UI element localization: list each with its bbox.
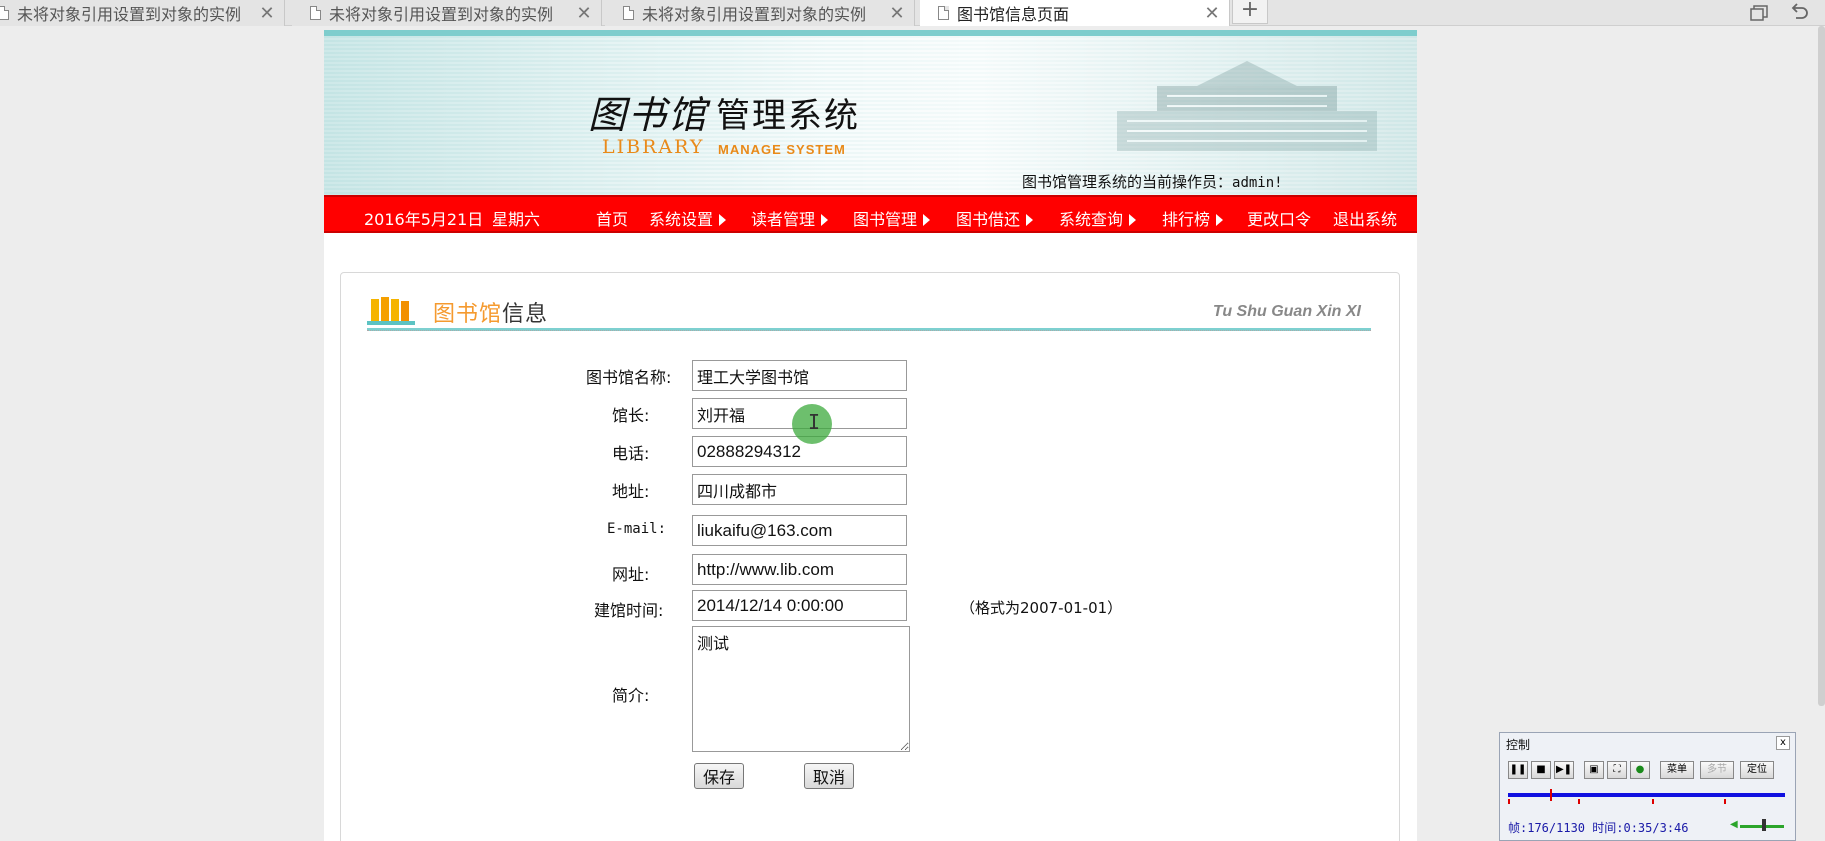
timeline-marker — [1578, 799, 1580, 804]
founded-date-input[interactable] — [692, 590, 907, 621]
website-input[interactable] — [692, 554, 907, 585]
phone-input[interactable] — [692, 436, 907, 467]
volume-icon: ◀ — [1730, 819, 1738, 830]
stop-icon[interactable]: ■ — [1531, 761, 1551, 779]
close-tab-icon[interactable]: ✕ — [886, 3, 908, 24]
fit-icon[interactable]: ⛶ — [1607, 761, 1627, 779]
control-title: 控制 — [1506, 738, 1531, 752]
nav-item-logout[interactable]: 退出系统 — [1333, 206, 1397, 230]
library-name-input[interactable] — [692, 360, 907, 391]
timeline-marker — [1508, 799, 1510, 804]
document-icon — [0, 6, 9, 20]
vertical-scrollbar[interactable] — [1818, 26, 1825, 706]
document-icon — [938, 6, 949, 20]
submenu-arrow-icon — [1216, 214, 1224, 226]
browser-tab-2[interactable]: 未将对象引用设置到对象的实例 ✕ — [292, 0, 602, 26]
nav-weekday: 星期六 — [492, 210, 541, 229]
new-tab-button[interactable]: + — [1232, 0, 1268, 24]
control-locate-button[interactable]: 定位 — [1740, 761, 1774, 779]
nav-item-borrow-return[interactable]: 图书借还 — [956, 206, 1034, 230]
step-icon[interactable]: ▶❚ — [1554, 761, 1574, 779]
undo-icon[interactable] — [1788, 2, 1810, 24]
panel-title-en: Tu Shu Guan Xin XI — [1212, 303, 1361, 320]
library-name-label: 图书馆名称: — [586, 368, 672, 387]
pause-icon[interactable]: ❚❚ — [1508, 761, 1528, 779]
control-close-button[interactable]: x — [1776, 736, 1790, 750]
nav-item-ranking[interactable]: 排行榜 — [1162, 206, 1224, 230]
nav-item-system-settings[interactable]: 系统设置 — [649, 206, 727, 230]
restore-window-icon[interactable] — [1748, 2, 1770, 24]
operator-label: 图书馆管理系统的当前操作员： — [1022, 173, 1233, 191]
panel-title: 图书馆信息 — [433, 302, 549, 327]
intro-textarea[interactable]: 测试 — [692, 626, 910, 752]
email-input[interactable] — [692, 515, 907, 546]
logo-text: 管理系统 — [716, 96, 860, 136]
operator-username: admin! — [1232, 175, 1283, 191]
fullscreen-icon[interactable]: ▣ — [1584, 761, 1604, 779]
control-multi-button: 多节 — [1700, 761, 1734, 779]
library-building-image — [1117, 61, 1377, 151]
intro-label: 简介: — [612, 686, 650, 705]
date-format-hint: （格式为2007-01-01） — [960, 599, 1123, 617]
cursor-mode-icon[interactable]: ● — [1630, 761, 1650, 779]
volume-slider-knob[interactable] — [1762, 819, 1766, 831]
submenu-arrow-icon — [923, 214, 931, 226]
tab-title: 未将对象引用设置到对象的实例 — [17, 5, 242, 24]
logo-en-system: MANAGE SYSTEM — [718, 142, 846, 157]
nav-item-change-password[interactable]: 更改口令 — [1247, 206, 1311, 230]
browser-tab-3[interactable]: 未将对象引用设置到对象的实例 ✕ — [605, 0, 915, 26]
nav-date: 2016年5月21日 — [364, 210, 484, 229]
timeline-marker — [1724, 799, 1726, 804]
header-banner: 图书馆 管理系统 LIBRARY MANAGE SYSTEM 图书馆管理系统的当… — [324, 30, 1417, 195]
tab-title: 未将对象引用设置到对象的实例 — [329, 5, 554, 24]
tab-title: 图书馆信息页面 — [957, 5, 1070, 24]
main-navbar: 2016年5月21日 星期六 首页 系统设置 读者管理 图书管理 图书借还 系统… — [324, 195, 1417, 233]
close-tab-icon[interactable]: ✕ — [1201, 3, 1223, 24]
timeline-marker — [1652, 799, 1654, 804]
email-label: E-mail: — [607, 521, 667, 537]
current-operator: 图书馆管理系统的当前操作员：admin! — [1022, 171, 1283, 192]
title-divider — [367, 328, 1371, 331]
document-icon — [310, 6, 321, 20]
browser-tab-strip: 未将对象引用设置到对象的实例 ✕ 未将对象引用设置到对象的实例 ✕ 未将对象引用… — [0, 0, 1825, 26]
control-menu-button[interactable]: 菜单 — [1660, 761, 1694, 779]
frame-time-status: 帧:176/1130 时间:0:35/3:46 — [1508, 821, 1689, 835]
document-icon — [623, 6, 634, 20]
recorder-control-panel: 控制 x ❚❚ ■ ▶❚ ▣ ⛶ ● 菜单 多节 定位 帧:176/1130 时… — [1499, 732, 1796, 841]
browser-tab-1[interactable]: 未将对象引用设置到对象的实例 ✕ — [0, 0, 285, 26]
text-cursor-icon: I — [808, 410, 821, 434]
save-button[interactable]: 保存 — [694, 763, 745, 789]
submenu-arrow-icon — [1026, 214, 1034, 226]
cancel-button[interactable]: 取消 — [804, 763, 855, 789]
phone-label: 电话: — [612, 444, 650, 463]
nav-item-reader-management[interactable]: 读者管理 — [751, 206, 829, 230]
submenu-arrow-icon — [719, 214, 727, 226]
website-label: 网址: — [612, 565, 650, 584]
close-tab-icon[interactable]: ✕ — [573, 3, 595, 24]
timeline-playhead[interactable] — [1550, 789, 1552, 801]
nav-item-system-query[interactable]: 系统查询 — [1059, 206, 1137, 230]
nav-item-book-management[interactable]: 图书管理 — [853, 206, 931, 230]
logo-en-library: LIBRARY — [602, 136, 705, 158]
curator-label: 馆长: — [612, 406, 650, 425]
books-icon — [367, 297, 415, 325]
founded-label: 建馆时间: — [594, 601, 664, 620]
browser-tab-active[interactable]: 图书馆信息页面 ✕ — [920, 0, 1230, 26]
submenu-arrow-icon — [1129, 214, 1137, 226]
address-label: 地址: — [612, 482, 650, 501]
address-input[interactable] — [692, 474, 907, 505]
tab-title: 未将对象引用设置到对象的实例 — [642, 5, 867, 24]
submenu-arrow-icon — [821, 214, 829, 226]
close-tab-icon[interactable]: ✕ — [256, 3, 278, 24]
logo-script-text: 图书馆 — [588, 93, 709, 137]
nav-item-home[interactable]: 首页 — [596, 206, 628, 230]
